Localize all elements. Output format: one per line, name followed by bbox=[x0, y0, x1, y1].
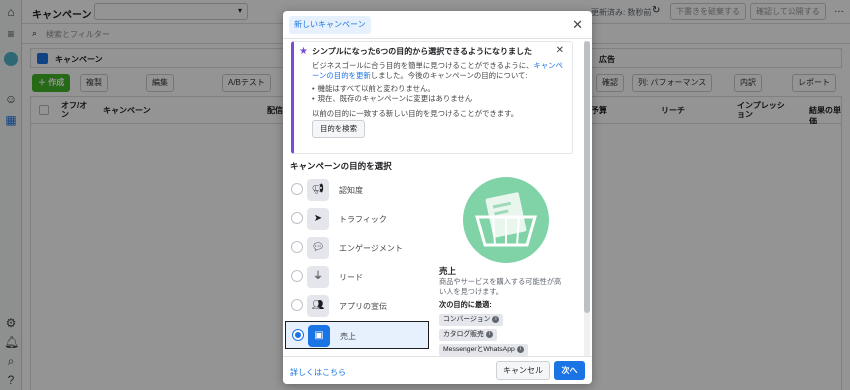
banner-bullet: 機能はすべて以前と変わりません。 bbox=[312, 84, 570, 94]
banner-text-2: 以前の目的に一致する新しい目的を見つけることができます。 bbox=[312, 109, 519, 118]
chip-conversion: コンバージョン i bbox=[439, 314, 504, 326]
radio[interactable] bbox=[291, 270, 303, 282]
banner-bullets: 機能はすべて以前と変わりません。 現在、既存のキャンペーンに変更はありません bbox=[312, 84, 570, 104]
learn-more-link[interactable]: 詳しくはこちら bbox=[290, 367, 346, 378]
radio[interactable] bbox=[291, 183, 303, 195]
banner-text-part: ビジネスゴールに合う目的を簡単に見つけることができるように、 bbox=[312, 61, 534, 70]
divider bbox=[283, 38, 592, 39]
megaphone-icon: 📢︎ bbox=[307, 179, 329, 201]
briefcase-icon: ▣ bbox=[308, 325, 330, 347]
detail-good-for: 次の目的に最適: bbox=[439, 300, 492, 309]
cancel-button[interactable]: キャンセル bbox=[496, 361, 550, 380]
new-campaign-dialog: 新しいキャンペーン ✕ ★ シンプルになった6つの目的から選択できるようになりま… bbox=[283, 11, 592, 384]
banner-text-part: しました。今後のキャンペーンの目的について: bbox=[370, 71, 528, 80]
radio-selected[interactable] bbox=[292, 329, 304, 341]
objective-label: アプリの宣伝 bbox=[339, 302, 387, 311]
objective-label: 売上 bbox=[340, 332, 356, 341]
info-icon[interactable]: i bbox=[492, 315, 500, 323]
ads-manager-app: ⌂ ≡ ☺ ▦ ⚙ 🔔︎ ⌕ ? キャンペーン ▾ 更新済み: 数秒前 ↻ 下書… bbox=[0, 0, 850, 390]
chip-catalog-sales: カタログ販売 i bbox=[439, 329, 497, 341]
filter-icon: ⏚ bbox=[307, 266, 329, 288]
detail-description: 商品やサービスを購入する可能性が高い人を見つけます。 bbox=[439, 277, 562, 296]
radio[interactable] bbox=[291, 299, 303, 311]
chip-messenger-whatsapp: MessengerとWhatsApp i bbox=[439, 344, 528, 356]
scrollbar-thumb[interactable] bbox=[584, 41, 590, 313]
objective-label: リード bbox=[339, 273, 363, 282]
banner-title: シンプルになった6つの目的から選択できるようになりました bbox=[312, 47, 533, 56]
objective-label: 認知度 bbox=[339, 186, 363, 195]
objective-awareness[interactable]: 📢︎ 認知度 bbox=[285, 176, 429, 204]
close-icon[interactable]: ✕ bbox=[572, 18, 583, 31]
star-icon: ★ bbox=[299, 46, 308, 57]
info-icon[interactable]: i bbox=[485, 330, 493, 338]
dialog-tab: 新しいキャンペーン bbox=[289, 16, 371, 34]
banner-close-icon[interactable]: ✕ bbox=[556, 45, 564, 56]
objective-traffic[interactable]: ➤ トラフィック bbox=[285, 205, 429, 233]
banner-bullet: 現在、既存のキャンペーンに変更はありません bbox=[312, 94, 570, 104]
chip-label: コンバージョン bbox=[443, 316, 491, 323]
shopping-cart-illustration bbox=[475, 192, 537, 247]
objective-label: エンゲージメント bbox=[339, 244, 403, 253]
radio[interactable] bbox=[291, 212, 303, 224]
people-icon: 👥︎ bbox=[307, 295, 329, 317]
objective-leads[interactable]: ⏚ リード bbox=[285, 263, 429, 291]
info-icon[interactable]: i bbox=[516, 345, 524, 353]
banner-text: ビジネスゴールに合う目的を簡単に見つけることができるように、キャンペーンの目的を… bbox=[312, 61, 570, 81]
sales-illustration bbox=[463, 177, 549, 263]
info-banner: ★ シンプルになった6つの目的から選択できるようになりました ✕ ビジネスゴール… bbox=[291, 41, 573, 154]
chip-label: カタログ販売 bbox=[443, 331, 484, 338]
section-title: キャンペーンの目的を選択 bbox=[290, 161, 392, 171]
search-objective-button[interactable]: 目的を検索 bbox=[312, 120, 365, 138]
detail-title: 売上 bbox=[439, 266, 457, 276]
chat-bubbles-icon: 💬︎ bbox=[307, 237, 329, 259]
radio[interactable] bbox=[291, 241, 303, 253]
next-button[interactable]: 次へ bbox=[554, 361, 585, 380]
objective-app-promotion[interactable]: 👥︎ アプリの宣伝 bbox=[285, 292, 429, 320]
objective-engagement[interactable]: 💬︎ エンゲージメント bbox=[285, 234, 429, 262]
chip-label: MessengerとWhatsApp bbox=[443, 346, 515, 353]
objective-sales[interactable]: ▣ 売上 bbox=[285, 321, 429, 349]
objective-label: トラフィック bbox=[339, 215, 387, 224]
dialog-footer: 詳しくはこちら キャンセル 次へ bbox=[283, 356, 592, 384]
cursor-icon: ➤ bbox=[307, 208, 329, 230]
